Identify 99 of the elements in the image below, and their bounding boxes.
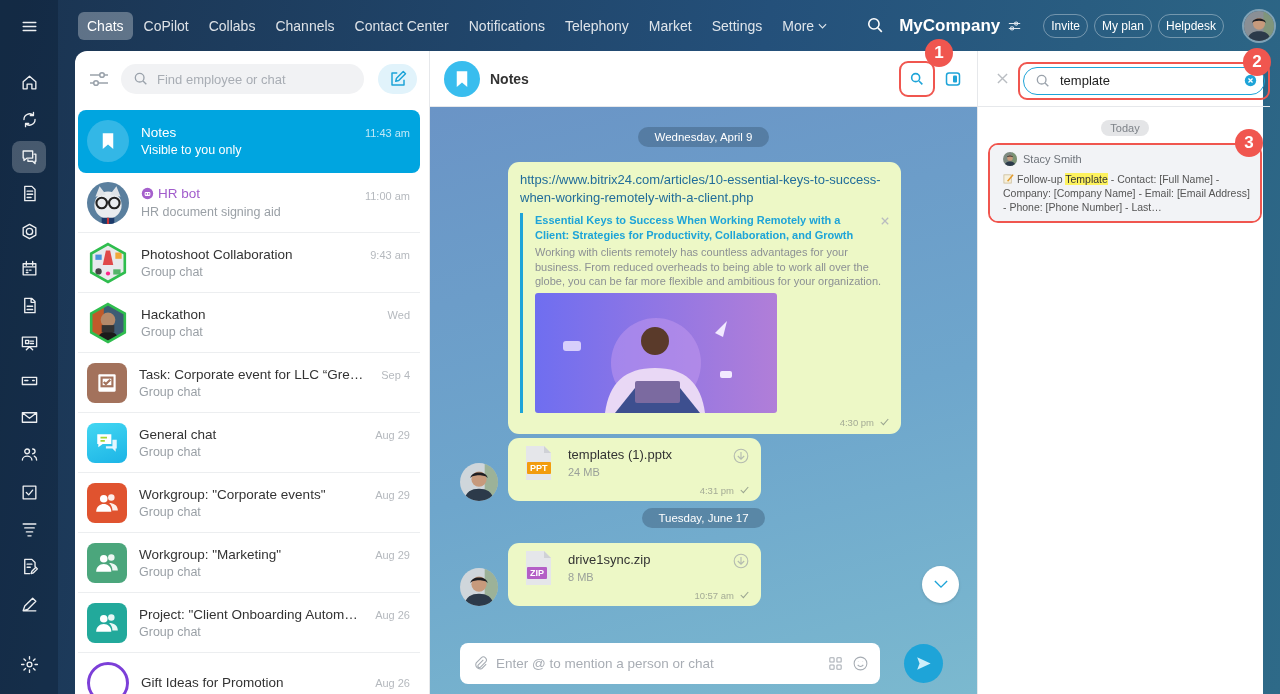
chat-time: Aug 29 xyxy=(375,488,410,501)
chat-subtitle: HR document signing aid xyxy=(141,205,282,219)
file-icon[interactable]: ZIP xyxy=(524,549,552,586)
chat-subtitle: Group chat xyxy=(139,384,202,399)
callout-badge: 2 xyxy=(1243,47,1271,76)
chat-time: 11:00 am xyxy=(364,190,410,202)
chat-subtitle: Visible to you only xyxy=(141,143,243,157)
author-name: Stacy Smith xyxy=(1023,153,1082,165)
message-time: 10:57 am xyxy=(694,589,734,601)
edit-icon xyxy=(388,70,407,88)
chat-title: Workgroup: "Corporate events" xyxy=(139,486,326,502)
chat-list-item[interactable]: Workgroup: "Marketing" Aug 29 Group chat xyxy=(78,533,420,593)
message-time: 4:31 pm xyxy=(699,484,734,496)
chat-title: Task: Corporate event for LLC “Gre… xyxy=(139,366,364,382)
chat-list-item[interactable]: General chat Aug 29 Group chat xyxy=(78,413,420,473)
chevron-down-icon xyxy=(933,580,948,589)
chat-time: Aug 26 xyxy=(375,677,410,689)
file-name[interactable]: templates (1).pptx xyxy=(568,446,717,462)
chat-list-item[interactable]: Task: Corporate event for LLC “Gre… Sep 4 Group chat xyxy=(78,353,420,413)
nav-tab[interactable]: Channels xyxy=(266,11,344,40)
chat-title: Workgroup: "Marketing" xyxy=(139,546,282,562)
more-menu[interactable]: More xyxy=(773,11,837,40)
chat-list-item[interactable]: Photoshoot Collaboration 9:43 am Group chat xyxy=(78,233,420,293)
chat-list-item[interactable]: HR bot 11:00 am HR document signing aid xyxy=(78,173,420,233)
chat-subtitle: Group chat xyxy=(141,264,204,279)
search-icon xyxy=(1035,72,1051,89)
user-avatar[interactable] xyxy=(1242,8,1276,43)
chat-time: Sep 4 xyxy=(381,368,410,381)
nav-tab[interactable]: Contact Center xyxy=(345,11,458,40)
chat-icon xyxy=(19,147,39,167)
result-text: Follow-up Template - Contact: [Full Name] - Company: [Company Name] - Email: [Email Address] - Phone: [Phone Number] - Last… xyxy=(1003,172,1250,214)
presentation-icon xyxy=(19,333,39,353)
chat-subtitle: Group chat xyxy=(139,564,202,579)
chat-title: Gift Ideas for Promotion xyxy=(141,675,284,690)
message-field[interactable]: Enter @ to mention a person or chat xyxy=(460,643,880,684)
settings-icon xyxy=(19,654,39,674)
file-size: 8 MB xyxy=(568,570,595,583)
paperclip-icon[interactable] xyxy=(472,655,489,672)
file-size: 24 MB xyxy=(568,465,601,478)
nav-tab[interactable]: Settings xyxy=(702,11,772,40)
chat-title: Hackathon xyxy=(141,306,206,322)
date-separator: Wednesday, April 9 xyxy=(638,127,769,147)
filter-icon[interactable] xyxy=(89,71,109,87)
caret-icon xyxy=(818,22,828,29)
bot-icon xyxy=(141,187,154,200)
calendar-icon xyxy=(19,259,39,278)
preview-text: Working with clients remotely has countless advantages for your business. From reduced overheads to being able to work all over the globe, you can be far more flexible and ambitious for your organization. xyxy=(535,245,883,289)
send-icon xyxy=(914,654,933,673)
chat-title: Project: "Client Onboarding Autom… xyxy=(139,606,358,622)
date-separator: Tuesday, June 17 xyxy=(642,507,765,528)
chat-list-item[interactable]: Gift Ideas for Promotion Aug 26 xyxy=(78,653,420,694)
chat-time: 11:43 am xyxy=(364,127,410,139)
company-name[interactable]: MyCompany xyxy=(899,15,1001,36)
scroll-down-button[interactable] xyxy=(922,566,959,603)
search-icon xyxy=(133,71,149,87)
link[interactable]: https://www.bitrix24.com/articles/10-essential-keys-to-success-when-working-remotely-with-a-client.php xyxy=(520,171,889,207)
chat-list-item[interactable]: Project: "Client Onboarding Autom… Aug 26 Group chat xyxy=(78,593,420,653)
chat-subtitle: Group chat xyxy=(141,324,204,339)
memo-icon xyxy=(1003,173,1014,184)
nav-tab[interactable]: Chats xyxy=(78,11,133,40)
callout-badge: 1 xyxy=(925,38,953,67)
chat-button[interactable] xyxy=(12,140,46,173)
chat-time: Wed xyxy=(387,308,410,321)
chat-name: Notes xyxy=(490,70,530,87)
search-icon xyxy=(909,70,925,87)
chat-subtitle: Group chat xyxy=(139,624,202,639)
chat-title: General chat xyxy=(139,426,217,442)
home-icon xyxy=(19,72,39,92)
file-name[interactable]: drive1sync.zip xyxy=(568,551,717,567)
tasks-icon xyxy=(19,482,39,502)
bookmark-icon xyxy=(101,132,115,150)
bookmark-icon xyxy=(455,69,469,88)
chat-subtitle: Group chat xyxy=(139,504,202,519)
nav-tab[interactable]: CoPilot xyxy=(134,11,198,40)
chat-title: Photoshoot Collaboration xyxy=(141,246,293,262)
date-separator: Today xyxy=(1101,120,1149,136)
chat-title: Notes xyxy=(141,125,177,140)
nav-tab[interactable]: Telephony xyxy=(556,11,638,40)
callout-badge: 3 xyxy=(1235,129,1263,157)
compose-button[interactable] xyxy=(378,64,417,94)
sidebar-toggle-button[interactable] xyxy=(945,70,961,87)
nav-tab[interactable]: Notifications xyxy=(459,11,554,40)
sliders-icon[interactable] xyxy=(1008,20,1022,31)
search-field[interactable]: template xyxy=(1023,66,1265,95)
nav-tab[interactable]: Collabs xyxy=(199,11,265,40)
nav-tab[interactable]: Market xyxy=(639,11,701,40)
search-field[interactable]: Find employee or chat xyxy=(121,64,364,94)
hexagon-icon xyxy=(19,221,39,241)
chat-list-item[interactable]: Hackathon Wed Group chat xyxy=(78,293,420,353)
chat-time: Aug 26 xyxy=(375,608,410,621)
clear-icon[interactable] xyxy=(1244,74,1257,87)
panel-icon xyxy=(945,70,961,87)
chat-time: Aug 29 xyxy=(375,428,410,441)
chat-time: 9:43 am xyxy=(370,248,410,261)
chat-time: Aug 29 xyxy=(375,548,410,561)
chat-title: HR bot xyxy=(158,186,201,201)
message-time: 4:30 pm xyxy=(839,416,874,428)
chat-list-item[interactable]: Workgroup: "Corporate events" Aug 29 Group chat xyxy=(78,473,420,533)
chat-subtitle: Group chat xyxy=(139,444,202,459)
